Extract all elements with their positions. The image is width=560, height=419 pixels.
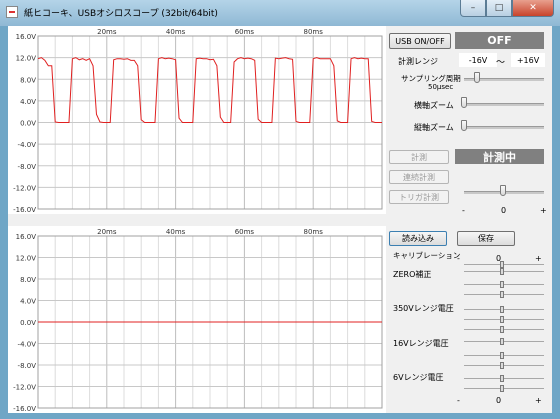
calibration-slider-track[interactable] — [464, 294, 544, 295]
top-scope-y-tick-label: 16.0V — [16, 33, 37, 41]
v-zoom-label: 縦軸ズーム — [414, 123, 454, 132]
top-scope-y-tick-label: 0.0V — [20, 120, 36, 128]
350v-range-label: 350Vレンジ電圧 — [393, 304, 454, 313]
measure-button[interactable]: 計測 — [389, 150, 449, 164]
h-zoom-label: 横軸ズーム — [414, 101, 454, 110]
bottom-scope-y-tick-label: -12.0V — [13, 384, 36, 392]
calibration-slider-thumb[interactable] — [500, 352, 504, 359]
range-separator: 〜 — [496, 58, 506, 68]
title-bar[interactable]: 紙ヒコーキ、USBオシロスコープ (32bit/64bit) – □ ✕ — [0, 0, 560, 26]
bottom-scope-y-tick-label: 8.0V — [20, 276, 36, 284]
calibration-slider-thumb[interactable] — [500, 306, 504, 313]
window-title: 紙ヒコーキ、USBオシロスコープ (32bit/64bit) — [24, 9, 218, 19]
top-scope-y-tick-label: 4.0V — [20, 98, 36, 106]
calibration-slider-track[interactable] — [464, 329, 544, 330]
bottom-zero-label: 0 — [496, 396, 502, 405]
cal-minus-label: - — [457, 254, 460, 263]
bottom-scope-y-tick-label: -16.0V — [13, 405, 36, 413]
calibration-slider-thumb[interactable] — [500, 281, 504, 288]
zero-correction-label: ZERO補正 — [393, 270, 432, 279]
range-max-value: +16V — [511, 53, 545, 67]
trigger-measure-button[interactable]: トリガ計測 — [389, 190, 449, 204]
oscilloscope-top: 16.0V 12.0V 8.0V 4.0V 0.0V -4.0V -8.0V -12.0V -1… — [8, 26, 386, 214]
measure-status-display: 計測中 — [455, 149, 544, 164]
calibration-slider-track[interactable] — [464, 271, 544, 272]
calibration-slider-thumb[interactable] — [500, 338, 504, 345]
h-zoom-slider-thumb[interactable] — [461, 97, 467, 108]
6v-range-label: 6Vレンジ電圧 — [393, 373, 444, 382]
calibration-slider-thumb[interactable] — [500, 362, 504, 369]
bottom-scope-x-tick-label: 60ms — [235, 228, 255, 236]
calibration-slider-track[interactable] — [464, 388, 544, 389]
v-zoom-slider-track[interactable] — [464, 126, 544, 129]
calibration-slider-track[interactable] — [464, 264, 544, 265]
trigger-zero-label: 0 — [501, 206, 507, 215]
bottom-scope-y-tick-label: -8.0V — [18, 362, 37, 370]
calibration-slider-track[interactable] — [464, 341, 544, 342]
trigger-min-label: - — [462, 206, 465, 215]
bottom-scope-x-tick-label: 40ms — [166, 228, 186, 236]
calibration-label: キャリブレーション — [393, 251, 461, 260]
top-scope-y-tick-label: -8.0V — [18, 163, 37, 171]
read-button[interactable]: 読み込み — [389, 231, 447, 246]
continuous-measure-button[interactable]: 連続計測 — [389, 170, 449, 184]
bottom-scope-x-tick-label: 80ms — [304, 228, 324, 236]
calibration-slider-track[interactable] — [464, 365, 544, 366]
bottom-scope-y-tick-label: -4.0V — [18, 341, 37, 349]
bottom-scope-y-tick-label: 0.0V — [20, 319, 36, 327]
calibration-slider-track[interactable] — [464, 355, 544, 356]
top-scope-x-tick-label: 60ms — [235, 28, 255, 36]
app-window: 紙ヒコーキ、USBオシロスコープ (32bit/64bit) – □ ✕ 16.… — [0, 0, 560, 419]
app-icon — [6, 6, 18, 18]
usb-onoff-button[interactable]: USB ON/OFF — [389, 33, 451, 49]
bottom-scope-y-tick-label: 16.0V — [16, 233, 37, 241]
calibration-slider-track[interactable] — [464, 319, 544, 320]
top-scope-x-tick-label: 80ms — [304, 28, 324, 36]
bottom-plus-label: + — [535, 396, 542, 405]
window-controls: – □ ✕ — [460, 0, 554, 18]
maximize-button[interactable]: □ — [486, 0, 512, 17]
calibration-slider-thumb[interactable] — [500, 385, 504, 392]
calibration-slider-thumb[interactable] — [500, 291, 504, 298]
usb-status-display: OFF — [455, 32, 544, 49]
top-scope-x-tick-label: 40ms — [166, 28, 186, 36]
top-scope-x-tick-label: 20ms — [97, 28, 117, 36]
close-button[interactable]: ✕ — [512, 0, 554, 17]
top-scope-background — [8, 26, 386, 214]
v-zoom-slider-thumb[interactable] — [461, 120, 467, 131]
range-min-value: -16V — [459, 53, 497, 67]
calibration-slider-thumb[interactable] — [500, 316, 504, 323]
bottom-scope-x-tick-label: 20ms — [97, 228, 117, 236]
calibration-slider-track[interactable] — [464, 309, 544, 310]
save-button[interactable]: 保存 — [457, 231, 515, 246]
top-scope-y-tick-label: 8.0V — [20, 76, 36, 84]
calibration-slider-thumb[interactable] — [500, 375, 504, 382]
calibration-slider-thumb[interactable] — [500, 261, 504, 268]
oscilloscope-bottom: 16.0V 12.0V 8.0V 4.0V 0.0V -4.0V -8.0V -12.0V -1… — [8, 226, 386, 413]
16v-range-label: 16Vレンジ電圧 — [393, 339, 449, 348]
top-scope-y-tick-label: 12.0V — [16, 55, 37, 63]
calibration-slider-track[interactable] — [464, 284, 544, 285]
range-label: 計測レンジ — [398, 57, 438, 66]
top-scope-y-tick-label: -12.0V — [13, 184, 36, 192]
bottom-minus-label: - — [457, 396, 460, 405]
top-scope-y-tick-label: -4.0V — [18, 141, 37, 149]
cal-plus-label: + — [535, 254, 542, 263]
top-scope-y-tick-label: -16.0V — [13, 206, 36, 214]
sampling-slider-thumb[interactable] — [474, 72, 480, 83]
sampling-value: 50μsec — [428, 83, 454, 91]
calibration-slider-thumb[interactable] — [500, 268, 504, 275]
calibration-slider-track[interactable] — [464, 378, 544, 379]
trigger-max-label: + — [540, 206, 547, 215]
bottom-scope-y-tick-label: 4.0V — [20, 298, 36, 306]
minimize-button[interactable]: – — [460, 0, 486, 17]
calibration-slider-thumb[interactable] — [500, 326, 504, 333]
bottom-scope-background — [8, 226, 386, 413]
bottom-scope-y-tick-label: 12.0V — [16, 255, 37, 263]
client-area: 16.0V 12.0V 8.0V 4.0V 0.0V -4.0V -8.0V -12.0V -1… — [8, 26, 552, 413]
trigger-slider-thumb[interactable] — [500, 185, 506, 196]
h-zoom-slider-track[interactable] — [464, 103, 544, 106]
